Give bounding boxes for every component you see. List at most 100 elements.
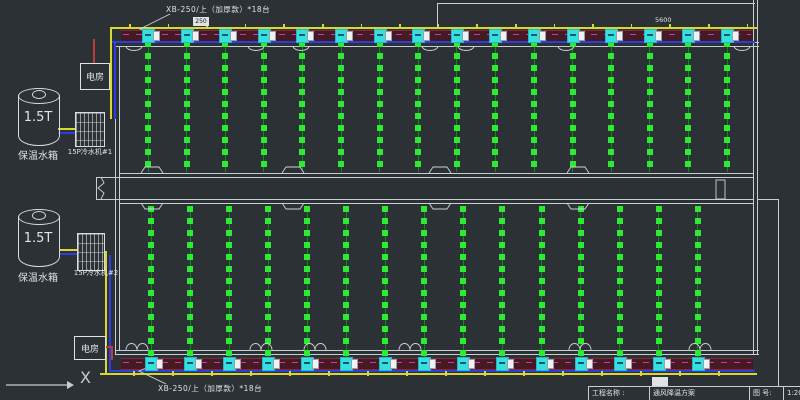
duct-diffusers: [343, 206, 349, 358]
fan-unit: [142, 29, 155, 43]
power-room-top: 电房: [80, 63, 110, 90]
fan-vane-icon: [492, 34, 498, 36]
duct-diffusers: [187, 206, 193, 358]
fan-flap-icon: [423, 31, 430, 41]
fan-vane-icon: [338, 34, 344, 36]
fan-vane-icon: [695, 362, 701, 364]
fan-flap-icon: [192, 31, 199, 41]
corridor-wall-bottom-a: [119, 199, 754, 200]
annex-wall-v: [778, 199, 779, 389]
fan-vane-icon: [265, 362, 271, 364]
corridor-right-door: [716, 180, 725, 199]
duct-diffusers: [148, 206, 154, 358]
fan-flap-icon: [351, 359, 358, 369]
fan-unit: [184, 357, 197, 371]
fan-unit: [219, 29, 232, 43]
chiller1: [75, 112, 105, 147]
duct-diffusers: [184, 41, 190, 172]
dim-tick: [211, 371, 213, 376]
vestibule-bottom: [96, 199, 120, 200]
fan-flap-icon: [230, 31, 237, 41]
bottom-duct-label: XB-250/上（加厚款）*18台: [158, 383, 262, 394]
chiller2-label: 15P冷水机#2: [64, 268, 128, 278]
dim-5600-label: 5600: [655, 16, 672, 24]
fan-flap-icon: [655, 31, 662, 41]
tank1-capacity: 1.5T: [18, 110, 58, 125]
fan-flap-icon: [625, 359, 632, 369]
fan-vane-icon: [184, 34, 190, 36]
fan-unit: [374, 29, 387, 43]
vestibule-top: [96, 177, 120, 178]
fan-flap-icon: [390, 359, 397, 369]
duct-diffusers: [685, 41, 691, 172]
fan-unit: [412, 29, 425, 43]
duct-diffusers: [492, 41, 498, 172]
fan-unit: [258, 29, 271, 43]
duct-diffusers: [570, 41, 576, 172]
fan-unit: [605, 29, 618, 43]
fan-unit: [262, 357, 275, 371]
fan-vane-icon: [724, 34, 730, 36]
fan-unit: [567, 29, 580, 43]
power-wire-top: [93, 39, 95, 65]
fan-vane-icon: [222, 34, 228, 36]
dim-tick: [406, 371, 408, 376]
fan-unit: [223, 357, 236, 371]
cad-canvas[interactable]: 1.5T 保温水箱 15P冷水机#1 电房 1.5T 保温水箱 15P冷水机#2…: [0, 0, 800, 400]
break-symbol: [98, 177, 104, 199]
fan-vane-icon: [261, 34, 267, 36]
dim-tick: [250, 371, 252, 376]
wall-bottom-outer: [115, 354, 759, 355]
dim-tick: [367, 371, 369, 376]
dim-tick: [515, 24, 517, 29]
fan-unit: [536, 357, 549, 371]
fan-vane-icon: [570, 34, 576, 36]
wall-right-outer: [757, 0, 758, 355]
fan-vane-icon: [499, 362, 505, 364]
titleblock-project-label: 工程名称 :: [589, 387, 650, 400]
fan-unit: [301, 357, 314, 371]
duct-diffusers: [578, 206, 584, 358]
fan-vane-icon: [608, 34, 614, 36]
pipe-yellow-bottom: [100, 373, 757, 375]
vestibule-cap: [96, 177, 97, 200]
fan-vane-icon: [421, 362, 427, 364]
dim-tick: [631, 24, 633, 29]
duct-diffusers: [421, 206, 427, 358]
fan-flap-icon: [468, 359, 475, 369]
pipe-blue-tank2: [60, 253, 78, 255]
duct-diffusers: [415, 41, 421, 172]
duct-diffusers: [647, 41, 653, 172]
fan-vane-icon: [685, 34, 691, 36]
fan-vane-icon: [647, 34, 653, 36]
titleblock-number-label: 图 号:: [750, 387, 784, 400]
duct-diffusers: [377, 41, 383, 172]
fan-vane-icon: [460, 362, 466, 364]
dim-line-top: [437, 3, 755, 4]
duct-diffusers: [531, 41, 537, 172]
title-block: 工程名称 : 通风降温方案 图 号: 1:200.50: [588, 386, 800, 400]
axis-x-arrowhead: [67, 381, 74, 389]
fan-unit: [614, 357, 627, 371]
duct-diffusers: [724, 41, 730, 172]
pipe-blue-tank1: [58, 132, 76, 134]
duct-diffusers: [454, 41, 460, 172]
fan-flap-icon: [507, 359, 514, 369]
fan-flap-icon: [273, 359, 280, 369]
pipe-yellow-riser-top: [110, 27, 112, 119]
fan-vane-icon: [226, 362, 232, 364]
duct-diffusers: [299, 41, 305, 172]
fan-vane-icon: [148, 362, 154, 364]
duct-diffusers: [382, 206, 388, 358]
dim-tick: [445, 371, 447, 376]
fan-unit: [489, 29, 502, 43]
fan-unit: [644, 29, 657, 43]
dim-tick: [322, 24, 324, 29]
dim-tick: [640, 371, 642, 376]
fan-flap-icon: [153, 31, 160, 41]
fan-unit: [418, 357, 431, 371]
fan-unit: [721, 29, 734, 43]
fan-unit: [653, 357, 666, 371]
dim-tick: [438, 24, 440, 29]
fan-flap-icon: [462, 31, 469, 41]
